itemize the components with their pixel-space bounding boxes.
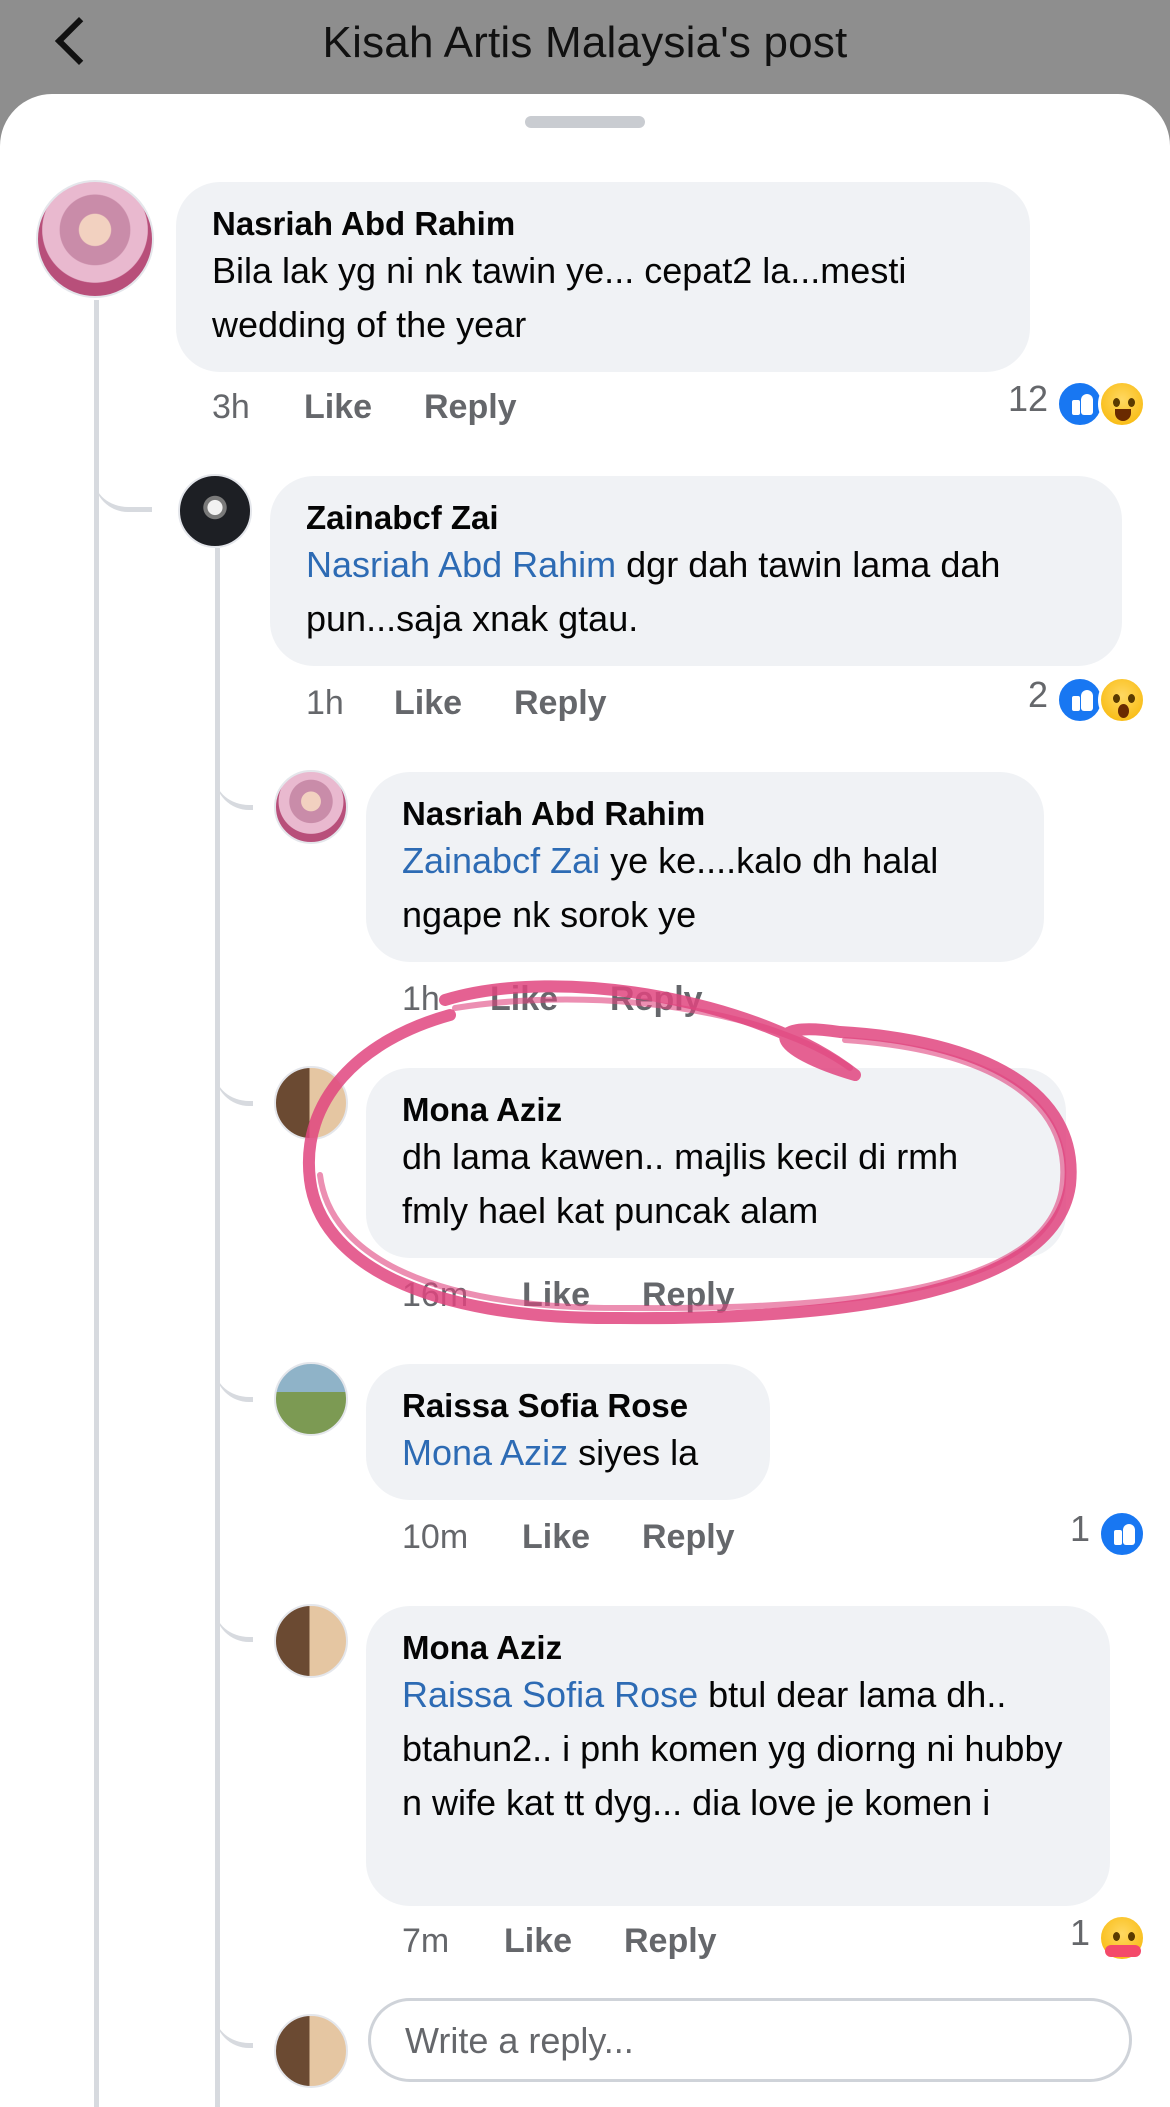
reply-button[interactable]: Reply [610, 980, 703, 1019]
comment-bubble[interactable]: Mona Aziz Raissa Sofia Rose btul dear la… [366, 1606, 1110, 1906]
mention-link[interactable]: Nasriah Abd Rahim [306, 544, 616, 585]
like-button[interactable]: Like [394, 684, 462, 723]
like-reaction-icon [1098, 1510, 1146, 1558]
comment-time: 10m [402, 1518, 469, 1556]
comment-author[interactable]: Mona Aziz [402, 1628, 1074, 1668]
reply-button[interactable]: Reply [624, 1922, 717, 1961]
avatar[interactable] [274, 770, 348, 844]
like-button[interactable]: Like [304, 388, 372, 427]
sheet-grab-handle[interactable] [525, 116, 645, 128]
comment-bubble[interactable]: Raissa Sofia Rose Mona Aziz siyes la [366, 1364, 770, 1500]
care-reaction-icon [1098, 1914, 1146, 1962]
thread-curve [94, 440, 152, 512]
comment-bubble[interactable]: Mona Aziz dh lama kawen.. majlis kecil d… [366, 1068, 1066, 1258]
avatar[interactable] [274, 1362, 348, 1436]
avatar[interactable] [274, 1066, 348, 1140]
reply-button[interactable]: Reply [424, 388, 517, 427]
comment-author[interactable]: Raissa Sofia Rose [402, 1386, 734, 1426]
like-reaction-icon [1056, 676, 1104, 724]
page-title: Kisah Artis Malaysia's post [322, 18, 848, 67]
comment-time: 7m [402, 1922, 450, 1960]
current-user-avatar [274, 2014, 348, 2088]
comment-bubble[interactable]: Nasriah Abd Rahim Zainabcf Zai ye ke....… [366, 772, 1044, 962]
reaction-count: 1 [1069, 1912, 1090, 1953]
avatar[interactable] [178, 474, 252, 548]
like-button[interactable]: Like [522, 1276, 590, 1315]
comment-text: Bila lak yg ni nk tawin ye... cepat2 la.… [212, 250, 907, 345]
like-reaction-icon [1056, 380, 1104, 428]
like-button[interactable]: Like [522, 1518, 590, 1557]
avatar[interactable] [36, 180, 154, 298]
reaction-count: 2 [1027, 674, 1048, 715]
like-button[interactable]: Like [490, 980, 558, 1019]
comment-time: 3h [212, 388, 250, 426]
comment-text: Raissa Sofia Rose btul dear lama dh.. bt… [402, 1674, 1063, 1823]
comment-text: Nasriah Abd Rahim dgr dah tawin lama dah… [306, 544, 1001, 639]
comment-bubble[interactable]: Zainabcf Zai Nasriah Abd Rahim dgr dah t… [270, 476, 1122, 666]
comment-time: 1h [402, 980, 440, 1018]
comment-time: 1h [306, 684, 344, 722]
mention-link[interactable]: Raissa Sofia Rose [402, 1674, 698, 1715]
reaction-count: 12 [1007, 378, 1048, 419]
comment-text: dh lama kawen.. majlis kecil di rmh fmly… [402, 1136, 959, 1231]
reaction-count: 1 [1069, 1508, 1090, 1549]
comment-time: 16m [402, 1276, 469, 1314]
comment-text: Zainabcf Zai ye ke....kalo dh halal ngap… [402, 840, 939, 935]
comment-author[interactable]: Nasriah Abd Rahim [212, 204, 994, 244]
comment-author[interactable]: Zainabcf Zai [306, 498, 1086, 538]
comment-bubble[interactable]: Nasriah Abd Rahim Bila lak yg ni nk tawi… [176, 182, 1030, 372]
thread-line-main [94, 300, 99, 2107]
reply-button[interactable]: Reply [642, 1276, 735, 1315]
reply-input[interactable]: Write a reply... [368, 1998, 1132, 2082]
reply-placeholder: Write a reply... [405, 2020, 634, 2061]
comment-author[interactable]: Nasriah Abd Rahim [402, 794, 1008, 834]
haha-reaction-icon [1098, 380, 1146, 428]
like-button[interactable]: Like [504, 1922, 572, 1961]
comment-text: Mona Aziz siyes la [402, 1432, 699, 1473]
avatar[interactable] [274, 1604, 348, 1678]
mention-link[interactable]: Zainabcf Zai [402, 840, 600, 881]
mention-link[interactable]: Mona Aziz [402, 1432, 568, 1473]
wow-reaction-icon [1098, 676, 1146, 724]
comment-author[interactable]: Mona Aziz [402, 1090, 1030, 1130]
reply-button[interactable]: Reply [514, 684, 607, 723]
reply-button[interactable]: Reply [642, 1518, 735, 1557]
